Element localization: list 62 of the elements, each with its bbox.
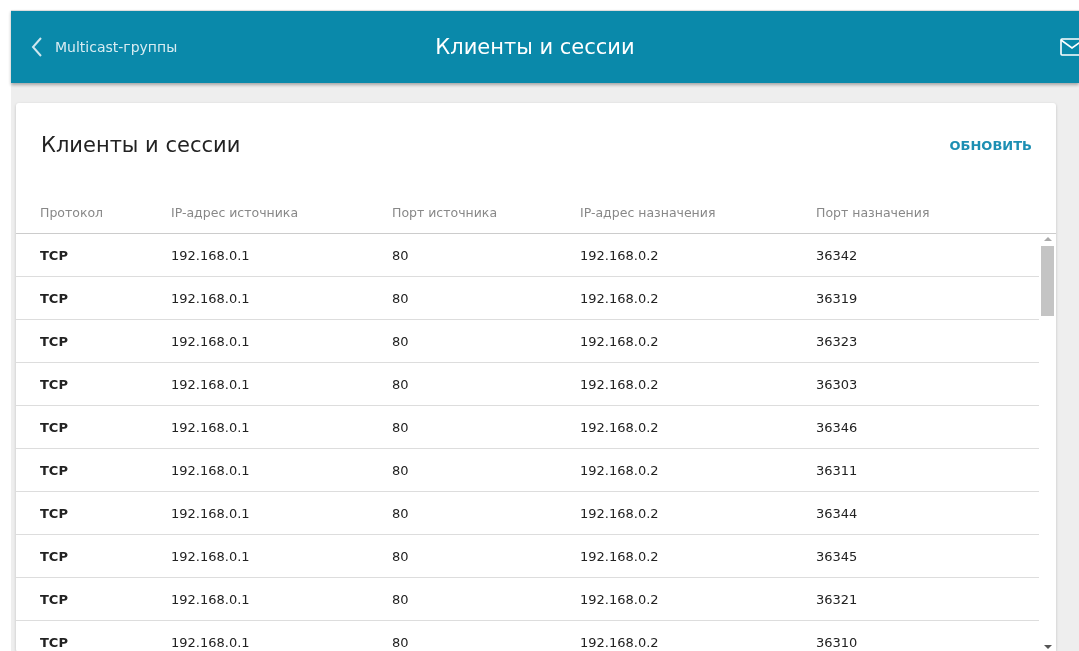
chevron-left-icon	[31, 36, 43, 58]
column-header: Порт назначения	[816, 205, 931, 220]
table-cell-text: TCP	[40, 376, 69, 392]
table-cell-text: 80	[392, 376, 410, 392]
column-header: Порт источника	[392, 205, 499, 220]
table-cell-text: 192.168.0.1	[171, 591, 251, 607]
table-cell-text: 192.168.0.2	[580, 634, 660, 650]
table-cell-text: 192.168.0.2	[580, 505, 660, 521]
table-cell-text: 80	[392, 419, 410, 435]
table-cell-text: 192.168.0.1	[171, 333, 251, 349]
table-cell-text: TCP	[40, 333, 69, 349]
table-cell-text: 192.168.0.2	[580, 290, 660, 306]
table-cell-text: 192.168.0.1	[171, 462, 251, 478]
table-cell-text: 36319	[816, 290, 859, 306]
table-cell-text: TCP	[40, 419, 69, 435]
table-cell-text: 36310	[816, 634, 859, 650]
table-cell-text: 80	[392, 462, 410, 478]
table-cell-text: 192.168.0.2	[580, 548, 660, 564]
table-cell-text: TCP	[40, 634, 69, 650]
table-cell-text: TCP	[40, 462, 69, 478]
table-cell-text: TCP	[40, 505, 69, 521]
table-cell-text: 80	[392, 290, 410, 306]
table-cell-text: 36323	[816, 333, 859, 349]
table-cell-text: 80	[392, 333, 410, 349]
page-title: Клиенты и сессии	[435, 35, 636, 59]
table-cell-text: TCP	[40, 548, 69, 564]
refresh-button[interactable]: ОБНОВИТЬ	[949, 137, 1032, 153]
table-cell-text: 192.168.0.2	[580, 591, 660, 607]
table-cell-text: 36321	[816, 591, 859, 607]
table-cell-text: 36346	[816, 419, 859, 435]
column-header: Протокол	[40, 205, 105, 220]
table-cell-text: TCP	[40, 591, 69, 607]
table-cell-text: 36311	[816, 462, 859, 478]
table-cell-text: 192.168.0.1	[171, 376, 251, 392]
scrollbar-thumb[interactable]	[1041, 246, 1054, 316]
table-cell-text: 80	[392, 247, 410, 263]
table-cell-text: 80	[392, 591, 410, 607]
back-link[interactable]: Multicast-группы	[11, 36, 178, 58]
table-cell-text: 192.168.0.1	[171, 419, 251, 435]
table-cell-text: 192.168.0.1	[171, 505, 251, 521]
column-header: IP-адрес назначения	[580, 205, 717, 220]
table-cell-text: 192.168.0.2	[580, 462, 660, 478]
table-cell-text: TCP	[40, 247, 69, 263]
table-cell-text: 36344	[816, 505, 859, 521]
table-cell-text: 36345	[816, 548, 859, 564]
table-cell-text: 80	[392, 634, 410, 650]
table-cell-text: 192.168.0.1	[171, 290, 251, 306]
table-cell-text: 192.168.0.1	[171, 548, 251, 564]
table-cell-text: 192.168.0.2	[580, 333, 660, 349]
table-cell-text: 192.168.0.2	[580, 376, 660, 392]
table-cell-text: TCP	[40, 290, 69, 306]
table-cell-text: 36303	[816, 376, 859, 392]
table-cell-text: 80	[392, 548, 410, 564]
envelope-icon[interactable]	[1060, 38, 1079, 56]
table-cell-text: 192.168.0.1	[171, 634, 251, 650]
table-cell-text: 80	[392, 505, 410, 521]
column-header: IP-адрес источника	[171, 205, 300, 220]
table-cell-text: 192.168.0.1	[171, 247, 251, 263]
table-cell-text: 192.168.0.2	[580, 247, 660, 263]
card-title: Клиенты и сессии	[41, 133, 241, 157]
table-cell-text: 192.168.0.2	[580, 419, 660, 435]
table-cell-text: 36342	[816, 247, 859, 263]
